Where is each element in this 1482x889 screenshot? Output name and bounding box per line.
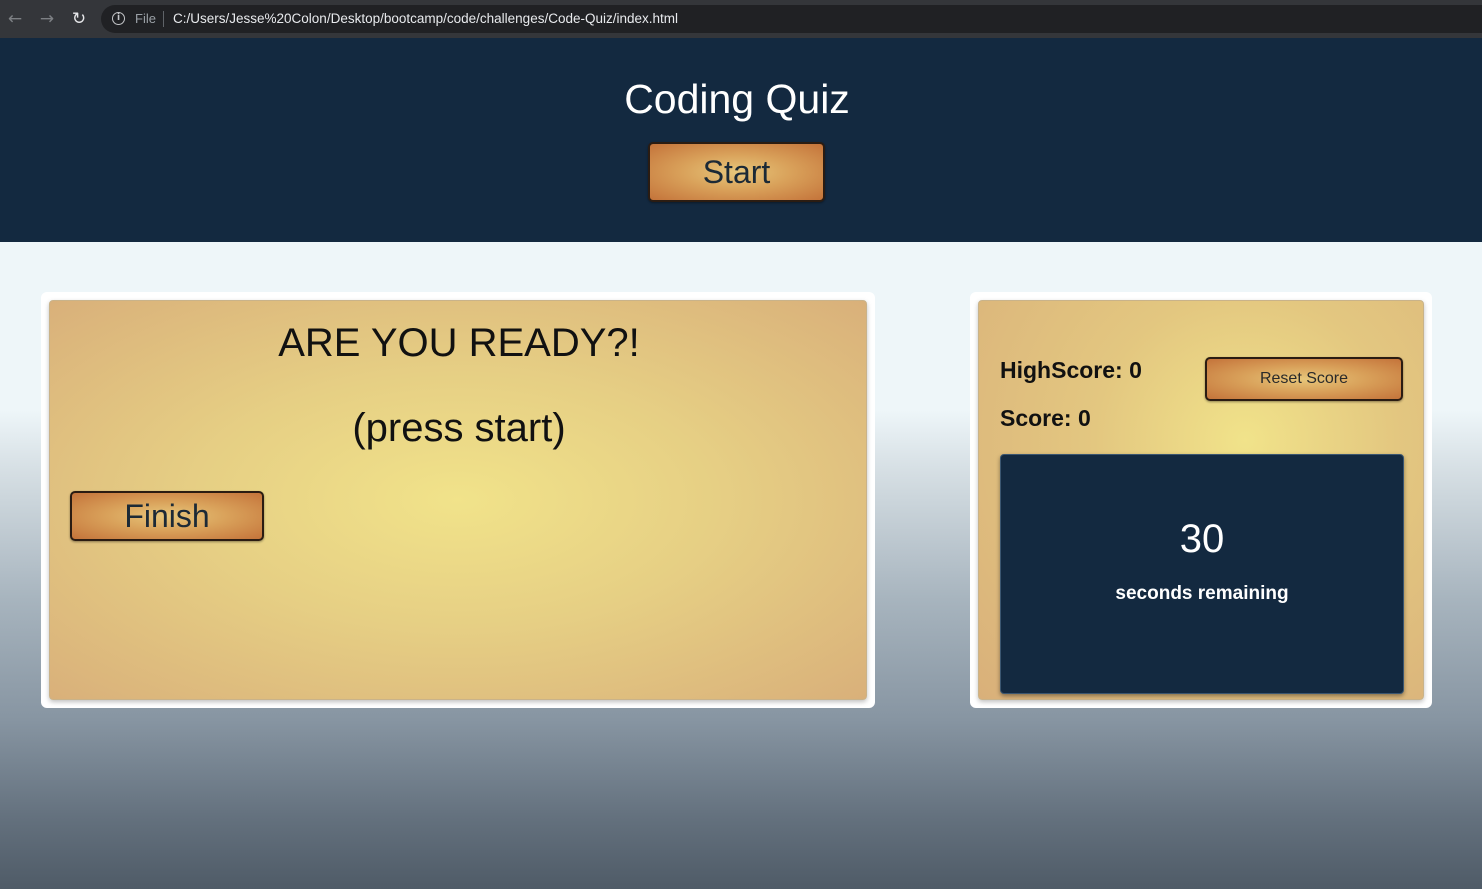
reset-score-button[interactable]: Reset Score	[1205, 357, 1403, 401]
address-divider	[163, 11, 164, 27]
forward-arrow-icon[interactable]: →	[35, 7, 59, 31]
page-title: Coding Quiz	[624, 76, 850, 122]
reload-icon[interactable]: ↻	[67, 7, 91, 31]
score-label: Score: 0	[1000, 405, 1091, 431]
browser-toolbar: ← → ↻ i File C:/Users/Jesse%20Colon/Desk…	[0, 0, 1482, 38]
quiz-hint: (press start)	[352, 406, 566, 450]
page-header: Coding Quiz	[0, 38, 1482, 242]
address-bar[interactable]: i File C:/Users/Jesse%20Colon/Desktop/bo…	[101, 5, 1482, 33]
timer-panel: 30 seconds remaining	[1000, 454, 1404, 694]
finish-button[interactable]: Finish	[70, 491, 264, 541]
start-button[interactable]: Start	[648, 142, 825, 202]
quiz-card: ARE YOU READY?! (press start) Finish	[49, 300, 867, 700]
url-text[interactable]: C:/Users/Jesse%20Colon/Desktop/bootcamp/…	[173, 11, 678, 26]
timer-value: 30	[1179, 517, 1225, 561]
timer-label: seconds remaining	[1115, 583, 1289, 604]
score-card: HighScore: 0 Score: 0 Reset Score 30 sec…	[978, 300, 1424, 700]
back-arrow-icon[interactable]: ←	[3, 7, 27, 31]
url-scheme-label: File	[135, 11, 156, 26]
highscore-label: HighScore: 0	[1000, 357, 1142, 383]
info-icon[interactable]: i	[112, 12, 125, 25]
quiz-question: ARE YOU READY?!	[278, 321, 640, 365]
